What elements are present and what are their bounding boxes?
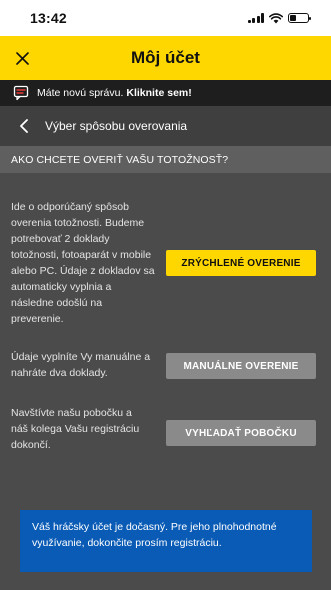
cellular-signal-icon <box>247 13 264 23</box>
close-icon <box>15 51 29 65</box>
message-banner[interactable]: Máte novú správu. Kliknite sem! <box>0 80 331 106</box>
option-branch-description: Navštívte našu pobočku a náš kolega Vašu… <box>11 407 140 451</box>
question-heading: AKO CHCETE OVERIŤ VAŠU TOTOŽNOSŤ? <box>11 153 229 166</box>
app-screen: 13:42 Môj účet Máte novú správu. Kliknit… <box>0 0 331 590</box>
option-fast-description: Ide o odporúčaný spôsob overenia totožno… <box>11 201 155 325</box>
page-title: Môj účet <box>131 48 200 67</box>
status-time: 13:42 <box>30 10 67 26</box>
fast-verification-button[interactable]: ZRÝCHLENÉ OVERENIE <box>166 250 316 276</box>
wifi-icon <box>269 12 283 23</box>
option-manual-description: Údaje vyplníte Vy manuálne a nahráte dva… <box>11 351 151 379</box>
manual-verification-button[interactable]: MANUÁLNE OVERENIE <box>166 353 316 379</box>
message-icon <box>12 84 30 102</box>
chevron-left-icon <box>20 119 28 133</box>
status-bar: 13:42 <box>0 0 331 36</box>
message-text: Máte novú správu. <box>37 87 124 99</box>
section-title: Výber spôsobu overovania <box>45 119 188 133</box>
sub-header: Výber spôsobu overovania <box>0 106 331 146</box>
message-link[interactable]: Kliknite sem! <box>126 87 191 99</box>
info-notice: Váš hráčsky účet je dočasný. Pre jeho pl… <box>20 510 312 572</box>
back-button[interactable] <box>10 112 38 140</box>
battery-icon <box>288 13 311 23</box>
question-band: AKO CHCETE OVERIŤ VAŠU TOTOŽNOSŤ? <box>0 146 331 173</box>
find-branch-button[interactable]: VYHĽADAŤ POBOČKU <box>166 420 316 446</box>
info-text: Váš hráčsky účet je dočasný. Pre jeho pl… <box>32 521 277 549</box>
app-header: Môj účet <box>0 36 331 80</box>
close-button[interactable] <box>11 47 33 69</box>
status-icons <box>247 12 311 24</box>
